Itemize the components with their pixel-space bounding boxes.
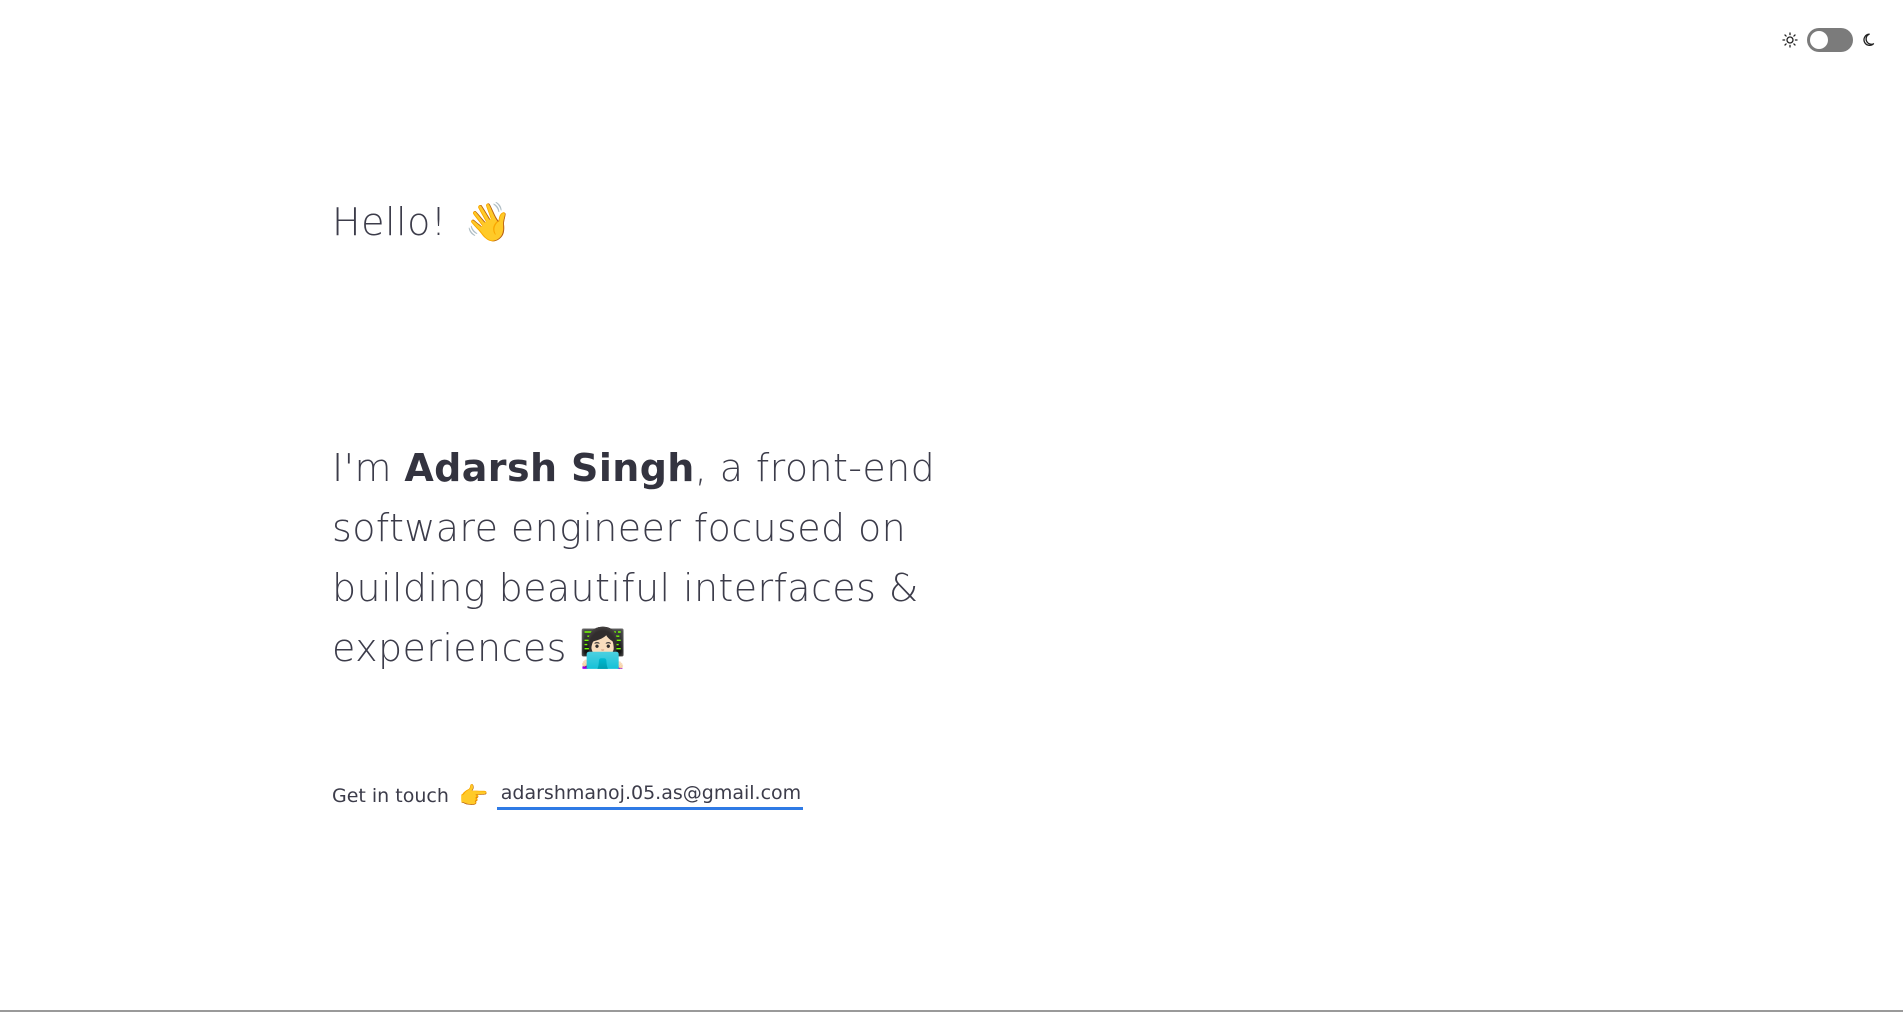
intro-text: I'm Adarsh Singh, a front-end software e… xyxy=(332,438,1072,678)
moon-icon xyxy=(1861,31,1879,49)
technologist-icon: 👩🏻‍💻 xyxy=(579,626,628,670)
page: Hello! 👋 I'm Adarsh Singh, a front-end so… xyxy=(0,0,1903,1012)
sun-icon xyxy=(1781,31,1799,49)
contact-label: Get in touch xyxy=(332,785,449,807)
author-name: Adarsh Singh xyxy=(404,446,695,490)
pointing-hand-icon: 👉 xyxy=(458,782,489,810)
intro-prefix: I'm xyxy=(332,446,405,490)
email-link[interactable]: adarshmanoj.05.as@gmail.com xyxy=(496,782,804,810)
greeting: Hello! 👋 xyxy=(332,200,512,245)
greeting-text: Hello! xyxy=(332,200,447,244)
theme-switch[interactable] xyxy=(1807,28,1853,52)
waving-hand-icon: 👋 xyxy=(464,200,513,244)
contact-line: Get in touch 👉 adarshmanoj.05.as@gmail.c… xyxy=(332,782,804,810)
theme-toggle xyxy=(1781,28,1879,52)
theme-switch-knob xyxy=(1810,31,1828,49)
